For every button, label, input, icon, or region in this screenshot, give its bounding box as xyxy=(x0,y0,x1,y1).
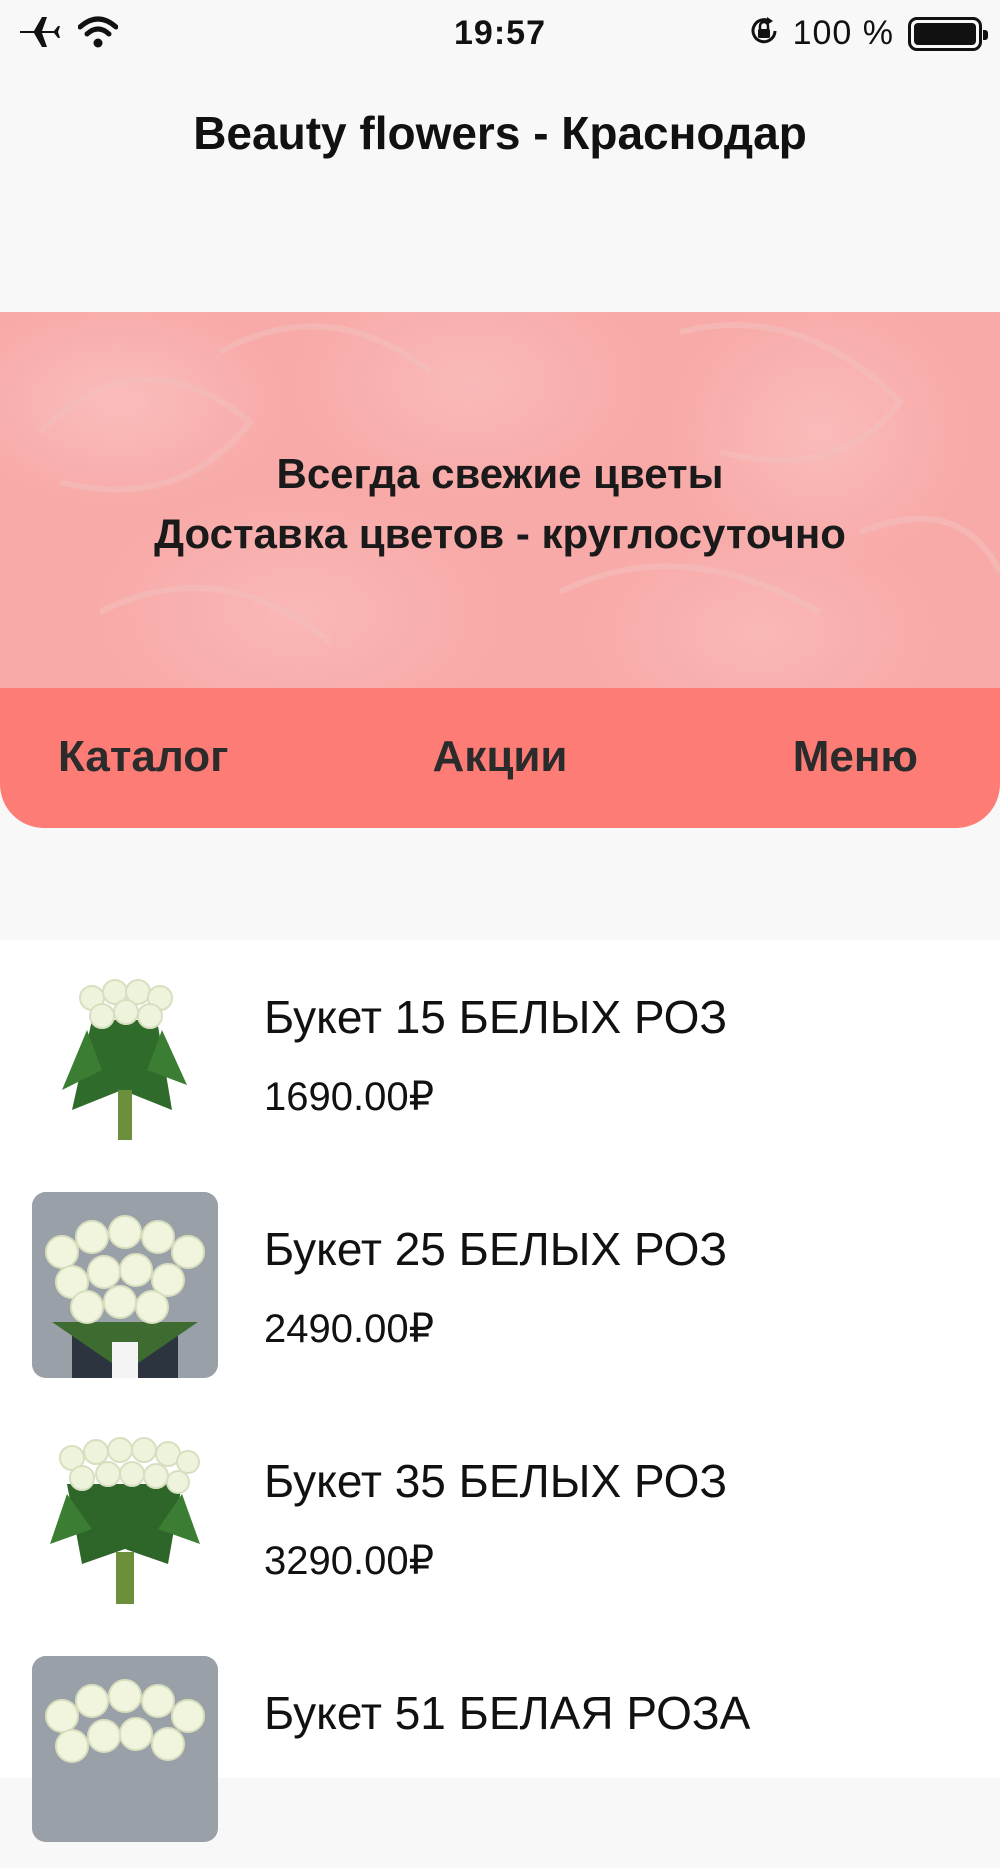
battery-cap xyxy=(983,29,988,40)
product-thumbnail xyxy=(32,1656,218,1842)
battery-fill xyxy=(914,22,976,45)
battery-icon xyxy=(908,16,988,51)
status-right: 100 % xyxy=(749,14,988,53)
product-title: Букет 25 БЕЛЫХ РОЗ xyxy=(264,1223,728,1275)
product-thumbnail xyxy=(32,960,218,1146)
nav-bar: Каталог Акции Меню xyxy=(0,688,1000,828)
hero-subheadline: Доставка цветов - круглосуточно xyxy=(154,510,846,557)
orientation-lock-icon xyxy=(749,15,779,52)
product-title: Букет 35 БЕЛЫХ РОЗ xyxy=(264,1455,728,1507)
product-thumbnail xyxy=(32,1424,218,1610)
page-title: Beauty flowers - Краснодар xyxy=(193,107,807,159)
nav-promotions-label[interactable]: Акции xyxy=(433,732,568,781)
hero-banner: Всегда свежие цветы Доставка цветов - кр… xyxy=(0,312,1000,688)
battery-percent: 100 % xyxy=(792,14,894,52)
list-item[interactable]: Букет 25 БЕЛЫХ РОЗ 2490.00₽ xyxy=(0,1172,1000,1404)
product-price: 2490.00₽ xyxy=(264,1307,435,1351)
roses-background-image xyxy=(37,322,1000,645)
product-price: 3290.00₽ xyxy=(264,1539,435,1583)
product-thumbnail xyxy=(32,1192,218,1378)
list-item[interactable]: Букет 15 БЕЛЫХ РОЗ 1690.00₽ xyxy=(0,940,1000,1172)
hero-headline: Всегда свежие цветы xyxy=(276,450,724,497)
product-title: Букет 51 БЕЛАЯ РОЗА xyxy=(264,1687,751,1739)
status-bar: 19:57 100 % xyxy=(0,0,1000,72)
list-item[interactable]: Букет 51 БЕЛАЯ РОЗА xyxy=(0,1636,1000,1868)
product-title: Букет 15 БЕЛЫХ РОЗ xyxy=(264,991,728,1043)
product-price: 1690.00₽ xyxy=(264,1075,435,1119)
list-item[interactable]: Букет 35 БЕЛЫХ РОЗ 3290.00₽ xyxy=(0,1404,1000,1636)
product-list: Букет 15 БЕЛЫХ РОЗ 1690.00₽ Букет 25 БЕЛ… xyxy=(0,940,1000,1842)
nav-menu[interactable]: Меню xyxy=(793,732,918,782)
